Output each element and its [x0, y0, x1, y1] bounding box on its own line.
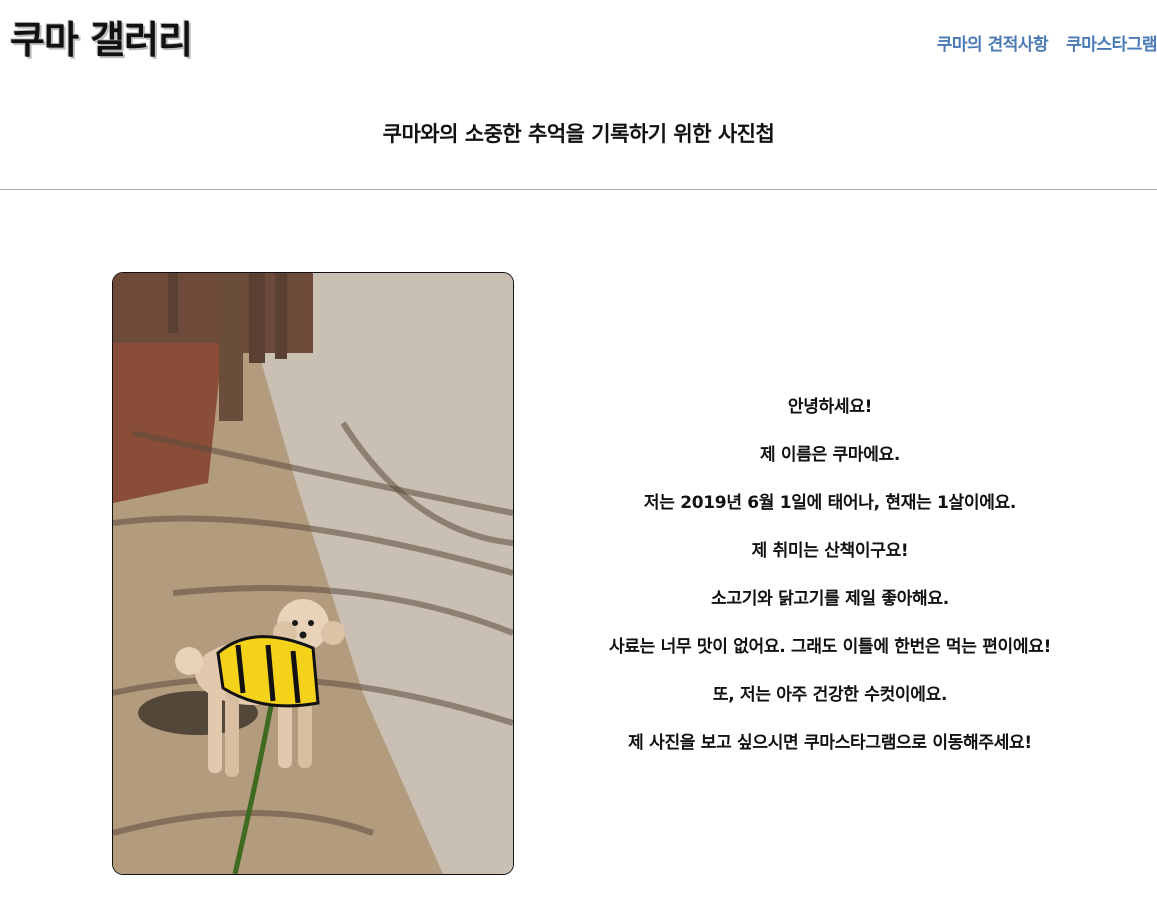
nav-link-estimate[interactable]: 쿠마의 견적사항 — [937, 30, 1049, 55]
dog-walk-scene — [113, 273, 513, 874]
dirt-bank — [113, 343, 223, 503]
tree-trunk — [249, 273, 265, 363]
intro-line: 제 취미는 산책이구요! — [751, 541, 909, 561]
site-logo[interactable]: 쿠마 갤러리 — [10, 16, 193, 64]
page-subtitle: 쿠마와의 소중한 추억을 기록하기 위한 사진첩 — [382, 122, 775, 146]
intro-line: 안녕하세요! — [787, 397, 873, 417]
nav-link-kumastagram[interactable]: 쿠마스타그램 — [1066, 30, 1157, 55]
top-nav: 쿠마의 견적사항 쿠마스타그램 — [937, 30, 1157, 55]
header-divider — [0, 189, 1157, 190]
intro-line: 저는 2019년 6월 1일에 태어나, 현재는 1살이에요. — [643, 493, 1017, 513]
intro-line: 소고기와 닭고기를 제일 좋아해요. — [711, 589, 949, 609]
tree-trunk — [275, 273, 287, 359]
tree-trunk — [168, 273, 178, 333]
tree-trunk — [291, 273, 301, 353]
intro-line: 제 이름은 쿠마에요. — [759, 445, 901, 465]
dog-photo — [112, 272, 514, 875]
site-header: 쿠마 갤러리 쿠마의 견적사항 쿠마스타그램 — [0, 0, 1157, 84]
intro-line: 또, 저는 아주 건강한 수컷이에요. — [712, 685, 948, 705]
intro-line: 제 사진을 보고 싶으시면 쿠마스타그램으로 이동해주세요! — [628, 733, 1032, 753]
intro-line: 사료는 너무 맛이 없어요. 그래도 이틀에 한번은 먹는 편이에요! — [608, 637, 1052, 657]
tree-trunk — [219, 273, 243, 421]
intro-text: 안녕하세요! 제 이름은 쿠마에요. 저는 2019년 6월 1일에 태어나, … — [530, 392, 1130, 776]
